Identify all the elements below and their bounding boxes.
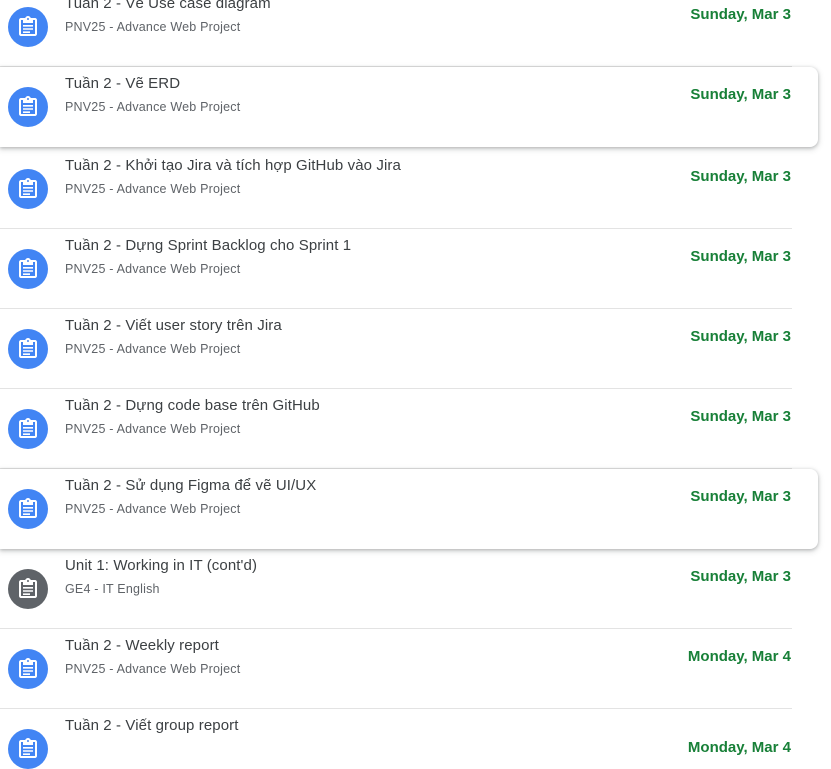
assignment-row[interactable]: Tuần 2 - Viết group report Monday, Mar 4: [0, 709, 818, 769]
assignment-row[interactable]: Tuần 2 - Weekly report PNV25 - Advance W…: [0, 629, 818, 709]
assignment-icon: [8, 249, 48, 289]
assignment-title: Tuần 2 - Dựng code base trên GitHub: [65, 397, 320, 414]
assignment-list: Tuần 2 - Vẽ Use case diagram PNV25 - Adv…: [0, 0, 831, 769]
assignment-icon: [8, 729, 48, 769]
course-name: PNV25 - Advance Web Project: [65, 100, 241, 114]
assignment-row[interactable]: Tuần 2 - Vẽ ERD PNV25 - Advance Web Proj…: [0, 67, 818, 147]
assignment-title: Tuần 2 - Weekly report: [65, 637, 219, 654]
assignment-title: Unit 1: Working in IT (cont'd): [65, 557, 258, 574]
assignment-row[interactable]: Tuần 2 - Viết user story trên Jira PNV25…: [0, 309, 818, 389]
assignment-icon: [8, 169, 48, 209]
assignment-row[interactable]: Tuần 2 - Dựng Sprint Backlog cho Sprint …: [0, 229, 818, 309]
assignment-title: Tuần 2 - Sử dụng Figma để vẽ UI/UX: [65, 477, 317, 494]
assignment-icon: [8, 409, 48, 449]
course-name: PNV25 - Advance Web Project: [65, 342, 241, 356]
course-name: PNV25 - Advance Web Project: [65, 662, 241, 676]
assignment-row[interactable]: Tuần 2 - Vẽ Use case diagram PNV25 - Adv…: [0, 0, 818, 67]
assignment-row[interactable]: Tuần 2 - Dựng code base trên GitHub PNV2…: [0, 389, 818, 469]
course-name: PNV25 - Advance Web Project: [65, 422, 241, 436]
due-date: Sunday, Mar 3: [690, 86, 791, 103]
assignment-row[interactable]: Tuần 2 - Khởi tạo Jira và tích hợp GitHu…: [0, 149, 818, 229]
due-date: Sunday, Mar 3: [690, 408, 791, 425]
due-date: Sunday, Mar 3: [690, 248, 791, 265]
assignment-title: Tuần 2 - Vẽ ERD: [65, 75, 181, 92]
assignment-row[interactable]: Tuần 2 - Sử dụng Figma để vẽ UI/UX PNV25…: [0, 469, 818, 549]
course-name: PNV25 - Advance Web Project: [65, 182, 241, 196]
due-date: Sunday, Mar 3: [690, 6, 791, 23]
assignment-icon: [8, 7, 48, 47]
assignment-title: Tuần 2 - Viết user story trên Jira: [65, 317, 282, 334]
due-date: Sunday, Mar 3: [690, 168, 791, 185]
due-date: Monday, Mar 4: [687, 739, 791, 756]
due-date: Sunday, Mar 3: [690, 328, 791, 345]
assignment-title: Tuần 2 - Khởi tạo Jira và tích hợp GitHu…: [65, 157, 401, 174]
assignment-icon: [8, 329, 48, 369]
course-name: PNV25 - Advance Web Project: [65, 20, 241, 34]
course-name: GE4 - IT English: [65, 582, 160, 596]
assignment-title: Tuần 2 - Viết group report: [65, 717, 239, 734]
due-date: Sunday, Mar 3: [690, 488, 791, 505]
assignment-title: Tuần 2 - Dựng Sprint Backlog cho Sprint …: [65, 237, 352, 254]
assignment-icon: [8, 489, 48, 529]
assignment-icon: [8, 569, 48, 609]
due-date: Sunday, Mar 3: [690, 568, 791, 585]
assignment-icon: [8, 649, 48, 689]
course-name: PNV25 - Advance Web Project: [65, 502, 241, 516]
assignment-title: Tuần 2 - Vẽ Use case diagram: [65, 0, 271, 12]
course-name: PNV25 - Advance Web Project: [65, 262, 241, 276]
assignment-row[interactable]: Unit 1: Working in IT (cont'd) GE4 - IT …: [0, 549, 818, 629]
due-date: Monday, Mar 4: [687, 648, 791, 665]
assignment-icon: [8, 87, 48, 127]
